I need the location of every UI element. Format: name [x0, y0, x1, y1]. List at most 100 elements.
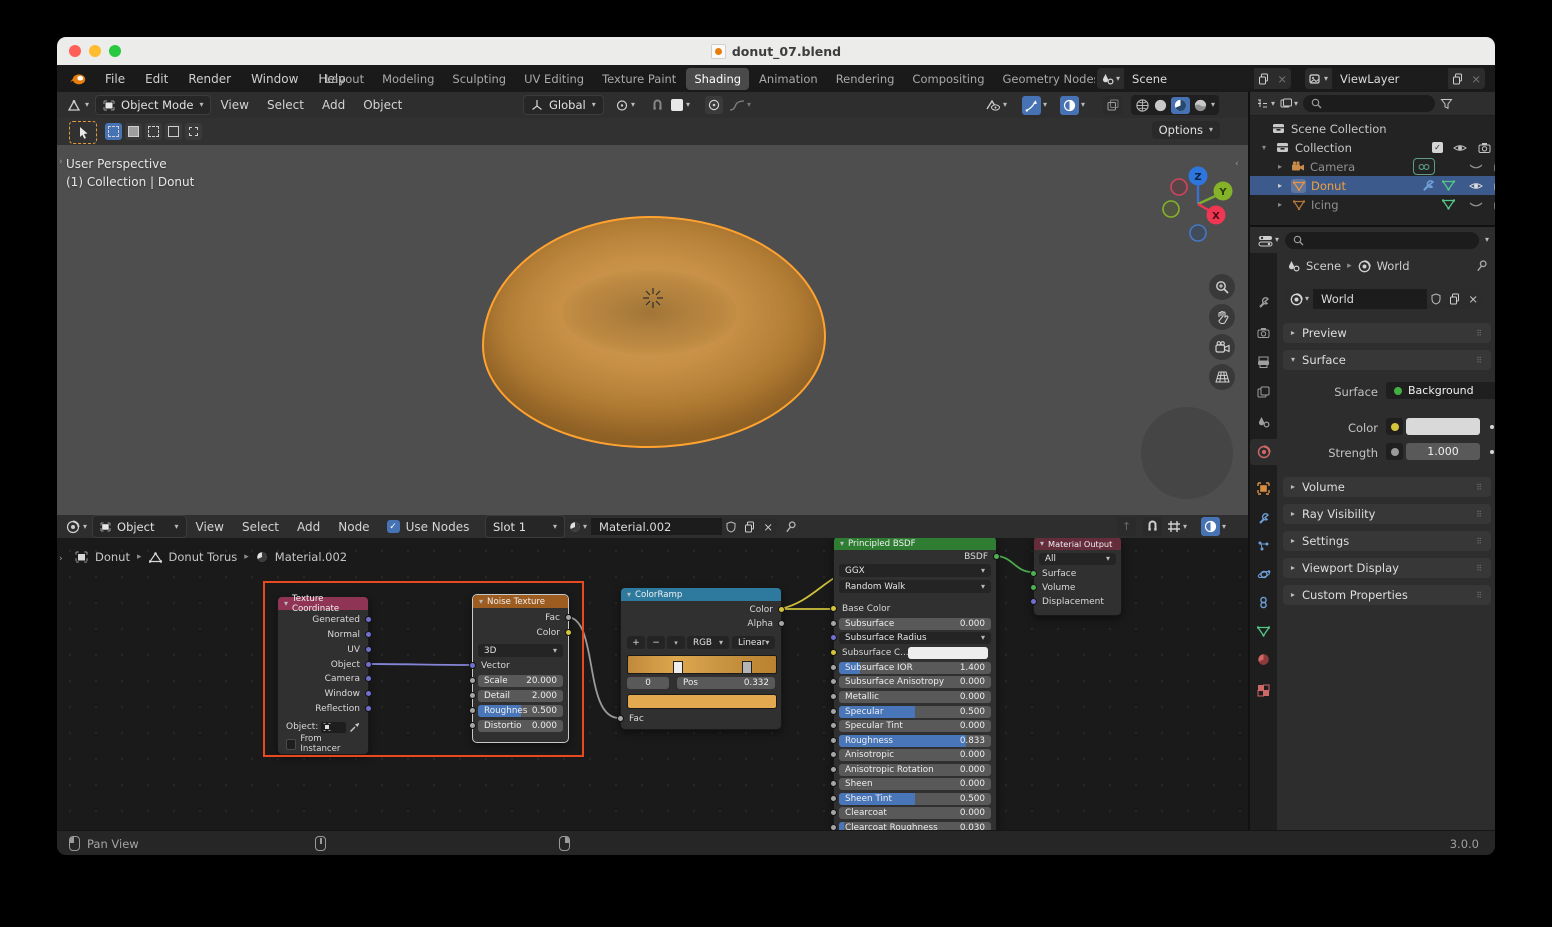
- tab-compositing[interactable]: Compositing: [904, 68, 992, 90]
- socket-displacement-in[interactable]: [1030, 598, 1037, 605]
- tab-tool[interactable]: [1250, 289, 1277, 315]
- shader-editor-type-button[interactable]: ▾: [57, 520, 92, 534]
- material-icon[interactable]: ▾: [565, 518, 591, 535]
- tab-rendering[interactable]: Rendering: [828, 68, 903, 90]
- select-box-tool[interactable]: [105, 123, 122, 140]
- tab-object-data[interactable]: [1250, 618, 1277, 644]
- editor-type-button[interactable]: ▾: [57, 99, 95, 112]
- select-subtract-tool[interactable]: [145, 123, 162, 140]
- bsdf-param-row[interactable]: Sheen Tint0.500: [839, 793, 991, 805]
- socket-specular-tint[interactable]: [830, 722, 837, 729]
- camera-render-icon[interactable]: [1478, 142, 1491, 153]
- mode-selector[interactable]: Object Mode▾: [95, 95, 211, 115]
- pin-icon[interactable]: [782, 518, 799, 536]
- bsdf-param-row[interactable]: Clearcoat Roughness0.030: [839, 822, 991, 830]
- overlays-toggle[interactable]: ▾: [1060, 96, 1085, 115]
- eye-closed-icon[interactable]: [1469, 201, 1483, 209]
- socket-surface-in[interactable]: [1030, 570, 1037, 577]
- socket-sheen-tint[interactable]: [830, 795, 837, 802]
- select-extend-tool[interactable]: [125, 123, 142, 140]
- socket-sheen[interactable]: [830, 780, 837, 787]
- tab-geometry-nodes[interactable]: Geometry Nodes: [995, 68, 1095, 90]
- shader-menu-select[interactable]: Select: [233, 520, 288, 534]
- shading-dropdown[interactable]: ▾: [1211, 101, 1215, 109]
- tab-sculpting[interactable]: Sculpting: [444, 68, 514, 90]
- scene-unlink-button[interactable]: ×: [1273, 68, 1291, 89]
- toggle-perspective-button[interactable]: [1209, 364, 1235, 390]
- outliner-display-mode[interactable]: ▾: [1256, 98, 1275, 109]
- bsdf-param-row[interactable]: Sheen0.000: [839, 778, 991, 790]
- tab-modeling[interactable]: Modeling: [374, 68, 442, 90]
- select-invert-tool[interactable]: [165, 123, 182, 140]
- panel-settings[interactable]: ▾ Settings⠿: [1283, 531, 1491, 551]
- bsdf-param-row[interactable]: Roughness0.833: [839, 735, 991, 747]
- bsdf-param-row[interactable]: Specular0.500: [839, 706, 991, 718]
- socket-volume-in[interactable]: [1030, 584, 1037, 591]
- collection-exclude-checkbox[interactable]: ✓: [1432, 142, 1443, 153]
- scene-name[interactable]: Scene: [1124, 68, 1254, 89]
- shading-material-preview-button[interactable]: [1171, 97, 1190, 114]
- tab-modifiers[interactable]: [1250, 505, 1277, 531]
- node-overlays-toggle[interactable]: ▾: [1201, 517, 1226, 536]
- camera-render-icon[interactable]: [1494, 199, 1495, 210]
- shading-solid-button[interactable]: [1153, 98, 1168, 113]
- output-target-dropdown[interactable]: All▾: [1039, 553, 1116, 565]
- outliner-row-donut[interactable]: ▸ Donut: [1250, 176, 1495, 195]
- tab-physics[interactable]: [1250, 561, 1277, 587]
- tab-scene[interactable]: [1250, 409, 1277, 435]
- tab-view-layer[interactable]: [1250, 379, 1277, 405]
- select-intersect-tool[interactable]: [185, 123, 202, 140]
- node-principled-bsdf[interactable]: ▾Principled BSDF BSDF GGX▾ Random Walk▾ …: [833, 538, 997, 830]
- world-browse-button[interactable]: ▾: [1286, 289, 1313, 309]
- socket-subsurface-anisotropy[interactable]: [830, 678, 837, 685]
- scene-copy-button[interactable]: [1254, 68, 1273, 89]
- outliner-row-collection[interactable]: ▾ Collection ✓: [1250, 138, 1495, 157]
- viewport-sidebar-toggle[interactable]: ›: [59, 157, 63, 167]
- outliner-filter-icon[interactable]: ▾: [1280, 98, 1298, 109]
- shading-wireframe-button[interactable]: [1135, 98, 1150, 113]
- bsdf-param-row[interactable]: Clearcoat0.000: [839, 807, 991, 819]
- color-animate-dot[interactable]: [1490, 425, 1494, 429]
- world-copy-button[interactable]: [1445, 289, 1464, 309]
- bsdf-param-row[interactable]: Anisotropic0.000: [839, 749, 991, 761]
- ramp-add-stop-button[interactable]: +: [627, 636, 645, 649]
- viewport-menu-view[interactable]: View: [211, 98, 257, 112]
- tab-shading[interactable]: Shading: [686, 68, 749, 90]
- ramp-remove-stop-button[interactable]: −: [647, 636, 665, 649]
- viewlayer-name[interactable]: ViewLayer: [1332, 68, 1448, 89]
- color-swatch[interactable]: [1406, 418, 1480, 435]
- tab-texture-paint[interactable]: Texture Paint: [594, 68, 684, 90]
- properties-editor-type-button[interactable]: ▾: [1258, 234, 1279, 247]
- outliner-row-icing[interactable]: ▸ Icing: [1250, 195, 1495, 214]
- pan-hand-button[interactable]: [1209, 304, 1235, 330]
- node-snap-target-selector[interactable]: ▾: [1167, 520, 1187, 533]
- color-socket-button[interactable]: [1386, 418, 1403, 435]
- viewlayer-icon[interactable]: ▾: [1305, 68, 1332, 89]
- world-fake-user-button[interactable]: [1427, 289, 1445, 309]
- properties-options-dropdown[interactable]: ▾: [1485, 236, 1489, 244]
- transform-orientation-selector[interactable]: Global▾: [523, 95, 604, 115]
- socket-bsdf-out[interactable]: [993, 553, 1000, 560]
- ramp-gradient-bar[interactable]: [627, 655, 777, 674]
- ramp-color-mode-dropdown[interactable]: RGB▾: [687, 636, 729, 649]
- viewport-menu-add[interactable]: Add: [313, 98, 354, 112]
- viewport-right-panel-toggle[interactable]: ‹: [1235, 159, 1239, 169]
- viewport-canvas[interactable]: User Perspective (1) Collection | Donut …: [57, 145, 1248, 515]
- breadcrumb-world[interactable]: World: [1377, 259, 1410, 273]
- proportional-falloff-selector[interactable]: ▾: [729, 99, 751, 112]
- xray-toggle[interactable]: [1103, 96, 1122, 115]
- menu-window[interactable]: Window: [241, 72, 308, 86]
- ramp-interpolation-dropdown[interactable]: Linear▾: [732, 636, 775, 649]
- shader-type-selector[interactable]: Object▾: [92, 515, 186, 538]
- tab-material[interactable]: [1250, 646, 1277, 672]
- zoom-tool-button[interactable]: [1209, 274, 1235, 300]
- scene-icon[interactable]: ▾: [1097, 68, 1124, 89]
- surface-shader-selector[interactable]: Background: [1386, 382, 1495, 399]
- strength-field[interactable]: 1.000: [1406, 443, 1480, 460]
- outliner-row-camera[interactable]: ▸ Camera: [1250, 157, 1495, 176]
- socket-roughness[interactable]: [830, 737, 837, 744]
- node-material-output[interactable]: ▾Material Output All▾ Surface Volume Dis…: [1033, 538, 1122, 616]
- socket-anisotropic-rotation[interactable]: [830, 766, 837, 773]
- transform-pivot-selector[interactable]: ▾: [615, 99, 635, 112]
- panel-surface[interactable]: ▾ Surface⠿: [1283, 350, 1491, 370]
